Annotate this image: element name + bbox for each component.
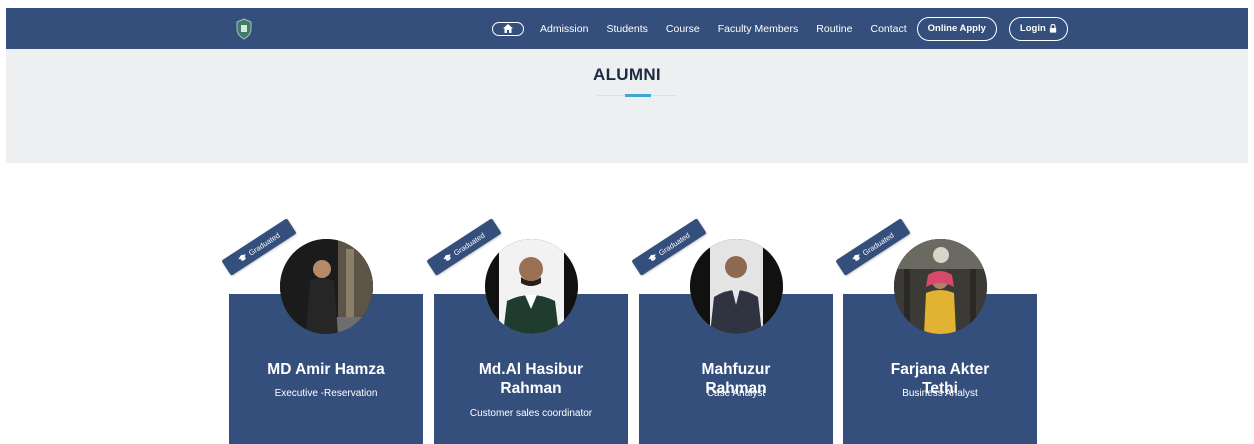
page-header: ALUMNI [6,49,1248,163]
login-label: Login [1019,23,1046,34]
nav-link-contact[interactable]: Contact [870,23,906,35]
online-apply-button[interactable]: Online Apply [916,16,997,41]
alumni-photo [485,239,578,334]
graduated-badge-label: Graduated [451,230,487,258]
graduated-badge-label: Graduated [656,230,692,258]
navbar: Admission Students Course Faculty Member… [6,8,1248,49]
alumni-photo [690,239,783,334]
alumni-role: Case Analyst [706,388,766,399]
alumni-photo [280,239,373,334]
graduation-cap-icon [852,253,860,261]
title-divider-accent [625,94,651,97]
alumni-role: Business Analyst [902,388,978,399]
nav-link-admission[interactable]: Admission [540,23,588,35]
lock-icon [1049,24,1056,33]
online-apply-label: Online Apply [927,23,986,34]
alumni-name: MD Amir Hamza [267,361,385,378]
graduated-badge-label: Graduated [860,230,896,258]
alumni-role: Customer sales coordinator [469,408,593,419]
graduation-cap-icon [648,253,656,261]
graduation-cap-icon [238,253,246,261]
nav-link-students[interactable]: Students [606,23,647,35]
alumni-photo [894,239,987,334]
college-logo[interactable] [235,18,253,40]
login-button[interactable]: Login [1008,16,1068,41]
page-title: ALUMNI [593,65,661,84]
graduated-badge-label: Graduated [246,230,282,258]
home-button[interactable] [492,21,524,36]
nav-link-faculty-members[interactable]: Faculty Members [718,23,799,35]
main-nav: Admission Students Course Faculty Member… [492,8,1068,49]
home-icon [503,24,513,33]
alumni-name: Md.Al Hasibur Rahman [478,361,584,397]
nav-link-course[interactable]: Course [666,23,700,35]
alumni-role: Executive -Reservation [274,388,378,399]
graduation-cap-icon [443,253,451,261]
nav-link-routine[interactable]: Routine [816,23,852,35]
